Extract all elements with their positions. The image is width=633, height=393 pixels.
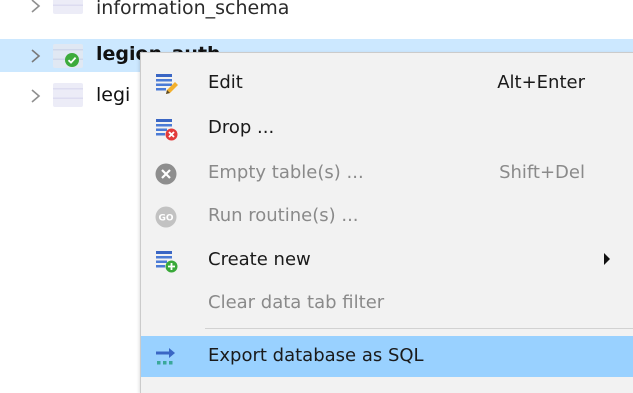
tree-row-label: information_schema (96, 0, 290, 19)
menu-item-label: Empty table(s) ... (208, 162, 364, 183)
tree-row-information-schema[interactable]: information_schema (0, 0, 633, 19)
submenu-arrow-icon (604, 253, 610, 265)
menu-item-edit[interactable]: Edit Alt+Enter (141, 63, 633, 103)
menu-item-label: Edit (208, 72, 243, 93)
menu-item-label: Drop ... (208, 117, 275, 138)
menu-item-create-new[interactable]: Create new (141, 240, 633, 280)
context-menu: Edit Alt+Enter Drop ... Empty table(s) .… (140, 52, 633, 393)
empty-icon (155, 163, 177, 185)
chevron-right-icon[interactable] (30, 0, 42, 13)
menu-item-label: Create new (208, 249, 311, 270)
svg-text:GO: GO (158, 214, 173, 224)
menu-item-run-routines[interactable]: GO Run routine(s) ... (141, 196, 633, 236)
menu-item-label: Run routine(s) ... (208, 205, 359, 226)
menu-item-empty-tables[interactable]: Empty table(s) ... Shift+Del (141, 153, 633, 193)
menu-item-shortcut: Alt+Enter (497, 72, 585, 93)
menu-item-clear-data-tab-filter[interactable]: Clear data tab filter (141, 283, 633, 323)
drop-icon (156, 119, 178, 141)
menu-item-label: Export database as SQL (208, 345, 424, 366)
menu-item-label: Clear data tab filter (208, 292, 385, 313)
create-new-icon (156, 251, 178, 273)
edit-table-icon (156, 74, 178, 94)
database-icon (53, 0, 83, 14)
menu-item-export-database-sql[interactable]: Export database as SQL (141, 336, 633, 377)
menu-item-drop[interactable]: Drop ... (141, 108, 633, 148)
tree-row-label: legi (96, 84, 131, 106)
menu-separator (205, 328, 633, 329)
menu-item-shortcut: Shift+Del (499, 162, 585, 183)
chevron-right-icon[interactable] (30, 49, 42, 63)
database-icon (53, 83, 83, 107)
connected-check-icon (65, 53, 79, 67)
run-routine-icon: GO (155, 206, 177, 228)
export-sql-icon (156, 348, 175, 365)
chevron-right-icon[interactable] (30, 89, 42, 103)
